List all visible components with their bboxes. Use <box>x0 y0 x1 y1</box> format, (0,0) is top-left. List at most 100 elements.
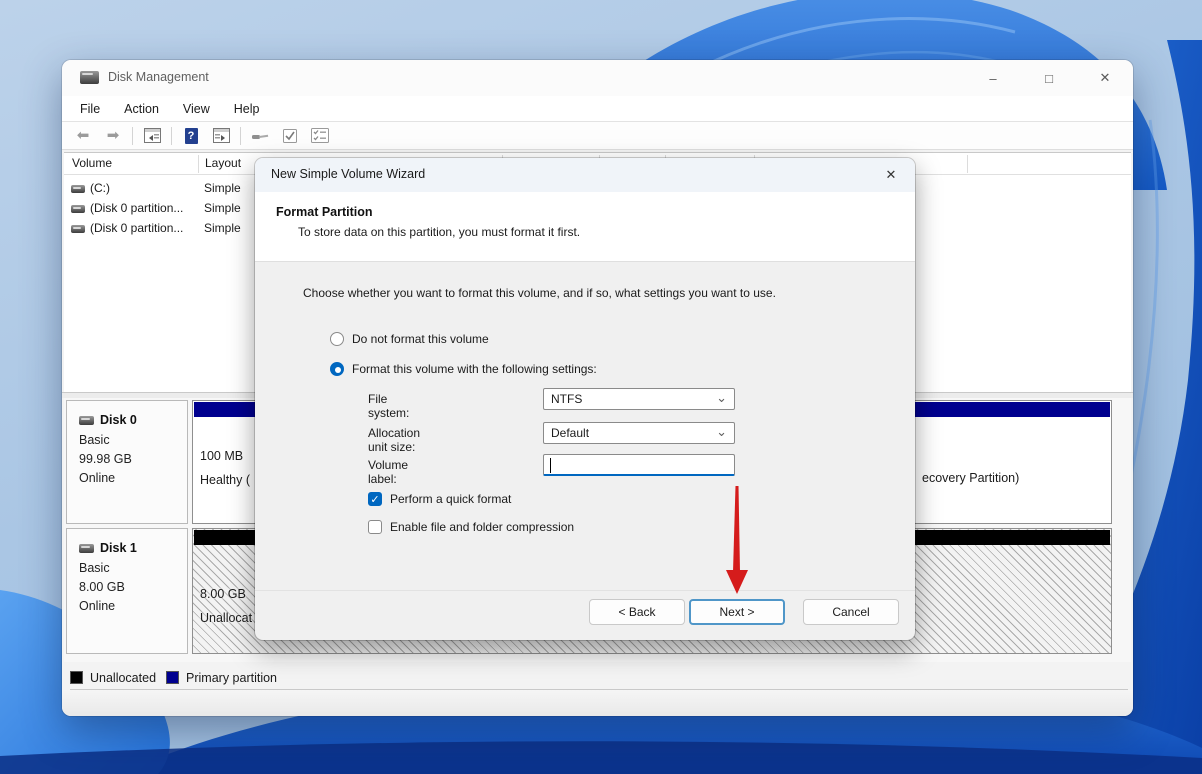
checkbox-label: Enable file and folder compression <box>390 520 575 534</box>
back-button[interactable]: ⬅ <box>72 125 94 147</box>
menu-bar: File Action View Help <box>62 96 1133 122</box>
action-pane-icon <box>212 128 230 143</box>
legend-label: Primary partition <box>186 670 278 685</box>
volume-label-label: Volume label: <box>368 458 409 486</box>
intro-text: Choose whether you want to format this v… <box>303 286 776 300</box>
volume-name: (C:) <box>90 181 110 195</box>
show-console-tree-button[interactable] <box>141 125 163 147</box>
help-icon: ? <box>184 127 198 144</box>
help-button[interactable]: ? <box>180 125 202 147</box>
file-system-value: NTFS <box>551 392 583 406</box>
toolbar-separator <box>240 126 241 145</box>
close-button[interactable]: ✕ <box>1077 60 1133 96</box>
disk-icon <box>79 543 94 553</box>
radio-format-volume[interactable]: Format this volume with the following se… <box>330 362 597 376</box>
column-header-volume[interactable]: Volume <box>72 156 112 170</box>
partition-size: 8.00 GB <box>200 587 246 601</box>
disk-status: Online <box>79 471 116 485</box>
allocation-unit-label: Allocation unit size: <box>368 426 421 454</box>
volume-layout: Simple <box>204 221 241 235</box>
disk-size: 8.00 GB <box>79 580 125 594</box>
button-label: Next > <box>719 605 755 619</box>
checkbox-checked-icon[interactable]: ✓ <box>368 492 382 506</box>
tool-button[interactable] <box>249 125 271 147</box>
menu-action[interactable]: Action <box>124 102 159 116</box>
next-wizard-button[interactable]: Next > <box>689 599 785 625</box>
disk0-label-box[interactable]: Disk 0 Basic 99.98 GB Online <box>66 400 188 524</box>
task-check-button[interactable] <box>279 125 301 147</box>
volume-name: (Disk 0 partition... <box>90 201 184 215</box>
new-simple-volume-wizard-dialog: New Simple Volume Wizard ✕ Format Partit… <box>255 158 915 640</box>
chevron-down-icon: ⌄ <box>716 390 727 405</box>
disk-name: Disk 1 <box>100 541 137 555</box>
menu-help[interactable]: Help <box>234 102 260 116</box>
volume-label-input[interactable] <box>543 454 735 476</box>
forward-button[interactable]: ➡ <box>102 125 124 147</box>
close-icon: ✕ <box>885 167 897 182</box>
back-arrow-icon: ⬅ <box>76 127 90 144</box>
file-system-select[interactable]: NTFS ⌄ <box>543 388 735 410</box>
disk-size: 99.98 GB <box>79 452 132 466</box>
legend-unallocated: Unallocated <box>70 671 156 685</box>
checkbox-label: Perform a quick format <box>390 492 512 506</box>
column-separator[interactable] <box>967 155 968 173</box>
button-label: < Back <box>618 605 656 619</box>
checkbox-unchecked-icon[interactable] <box>368 520 382 534</box>
disk-icon <box>79 415 94 425</box>
text-cursor <box>550 458 551 473</box>
toolbar-separator <box>132 126 133 145</box>
disk-type: Basic <box>79 561 110 575</box>
allocation-unit-select[interactable]: Default ⌄ <box>543 422 735 444</box>
quick-format-option[interactable]: ✓ Perform a quick format <box>368 492 511 506</box>
disk-management-app-icon <box>80 71 99 84</box>
disk-name: Disk 0 <box>100 413 137 427</box>
dialog-body: Choose whether you want to format this v… <box>255 262 915 590</box>
radio-do-not-format[interactable]: Do not format this volume <box>330 332 489 346</box>
console-tree-icon <box>143 128 161 143</box>
maximize-button[interactable]: □ <box>1021 60 1077 96</box>
step-subtitle: To store data on this partition, you mus… <box>298 225 581 239</box>
partition-status: Healthy ( <box>200 473 251 487</box>
disk-status: Online <box>79 599 116 613</box>
partition-size: 100 MB <box>200 449 244 463</box>
allocation-unit-value: Default <box>551 426 590 440</box>
task-list-icon <box>311 128 329 143</box>
volume-layout: Simple <box>204 181 241 195</box>
column-separator[interactable] <box>198 155 199 173</box>
button-label: Cancel <box>832 605 870 619</box>
disk-type: Basic <box>79 433 110 447</box>
unallocated-swatch <box>70 671 83 684</box>
dialog-titlebar[interactable]: New Simple Volume Wizard ✕ <box>255 158 915 192</box>
partition-label: ecovery Partition) <box>922 471 1020 485</box>
partition-status: Unallocat <box>200 611 253 625</box>
task-check-icon <box>283 128 297 143</box>
compression-option[interactable]: Enable file and folder compression <box>368 520 574 534</box>
dialog-close-button[interactable]: ✕ <box>867 158 915 192</box>
cancel-wizard-button[interactable]: Cancel <box>803 599 899 625</box>
back-wizard-button[interactable]: < Back <box>589 599 685 625</box>
radio-unselected-icon[interactable] <box>330 332 344 346</box>
legend-primary-partition: Primary partition <box>166 671 277 685</box>
menu-view[interactable]: View <box>183 102 210 116</box>
toolbar-separator <box>171 126 172 145</box>
legend-label: Unallocated <box>90 670 157 685</box>
step-title: Format Partition <box>276 205 373 219</box>
menu-file[interactable]: File <box>80 102 100 116</box>
volume-name: (Disk 0 partition... <box>90 221 184 235</box>
window-titlebar[interactable]: Disk Management – □ ✕ <box>62 60 1133 96</box>
forward-arrow-icon: ➡ <box>106 127 120 144</box>
file-system-label: File system: <box>368 392 410 420</box>
window-title: Disk Management <box>108 70 209 84</box>
radio-selected-icon[interactable] <box>330 362 344 376</box>
task-list-button[interactable] <box>309 125 331 147</box>
show-action-pane-button[interactable] <box>210 125 232 147</box>
toolbar: ⬅ ➡ ? <box>62 122 1133 150</box>
minimize-button[interactable]: – <box>965 60 1021 96</box>
disk1-label-box[interactable]: Disk 1 Basic 8.00 GB Online <box>66 528 188 654</box>
legend-bar: Unallocated Primary partition <box>70 666 1128 690</box>
status-bar <box>62 690 1133 716</box>
column-header-layout[interactable]: Layout <box>205 156 241 170</box>
volume-icon <box>71 185 85 193</box>
maximize-icon: □ <box>1045 70 1053 86</box>
radio-label: Do not format this volume <box>352 332 489 346</box>
